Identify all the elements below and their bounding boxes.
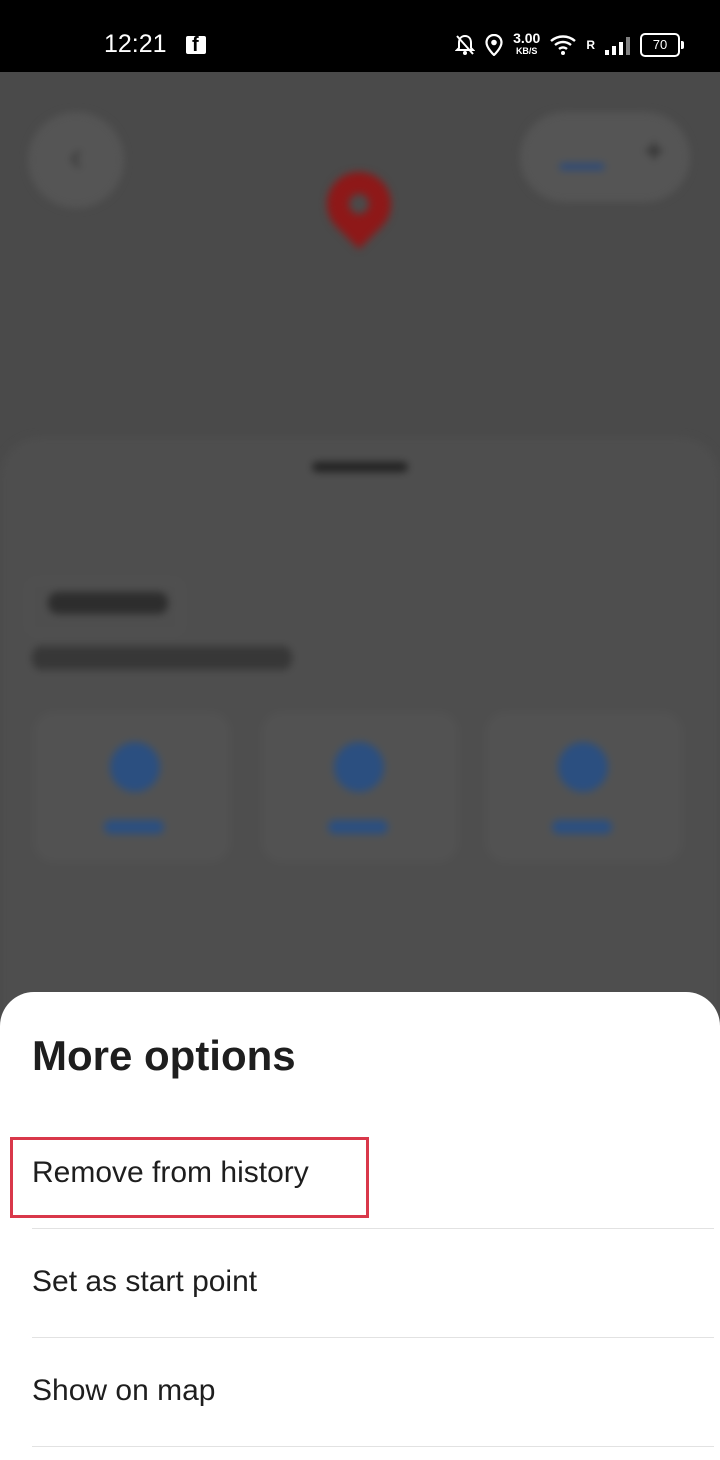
sheet-title: More options [32,1032,296,1079]
facebook-icon: f [186,34,206,56]
net-speed-value: 3.00 [513,30,541,46]
background-screen: ‹ ▬▬ + [0,72,720,1037]
card-icon-2 [334,742,384,792]
option-label: Set as start point [32,1265,258,1298]
drag-handle [312,462,408,472]
plus-icon: + [644,132,664,170]
status-icons: 3.00 KB/S R 70 [455,30,684,60]
dnd-bell-icon [455,34,476,55]
map-pin-icon [313,158,405,250]
signal-icon [605,35,630,55]
top-actions-pill [520,112,690,202]
net-speed: 3.00 KB/S [513,30,541,58]
back-arrow-icon: ‹ [28,112,124,208]
wifi-icon [550,35,577,55]
save-link-blurred: ▬▬ [560,150,604,175]
more-options-sheet: More options Remove from history Set as … [0,992,720,1460]
card-icon-1 [110,742,160,792]
option-label: Show on map [32,1374,216,1407]
option-show-on-map[interactable]: Show on map [32,1338,714,1447]
card-label-2 [328,820,388,834]
option-set-as-start-point[interactable]: Set as start point [32,1229,714,1338]
card-icon-3 [558,742,608,792]
status-bar: 12:21 f 3.00 KB/S R 70 [0,0,720,72]
highlight-box [10,1137,369,1218]
address-text-blurred [32,646,292,670]
card-label-3 [552,820,612,834]
chip-text-blurred [48,592,168,614]
card-label-1 [104,820,164,834]
location-icon [485,34,503,56]
battery-icon: 70 [640,33,684,57]
status-time: 12:21 [104,30,167,58]
battery-level: 70 [652,37,668,52]
net-speed-unit: KB/S [515,46,538,56]
roaming-indicator: R [586,38,595,52]
